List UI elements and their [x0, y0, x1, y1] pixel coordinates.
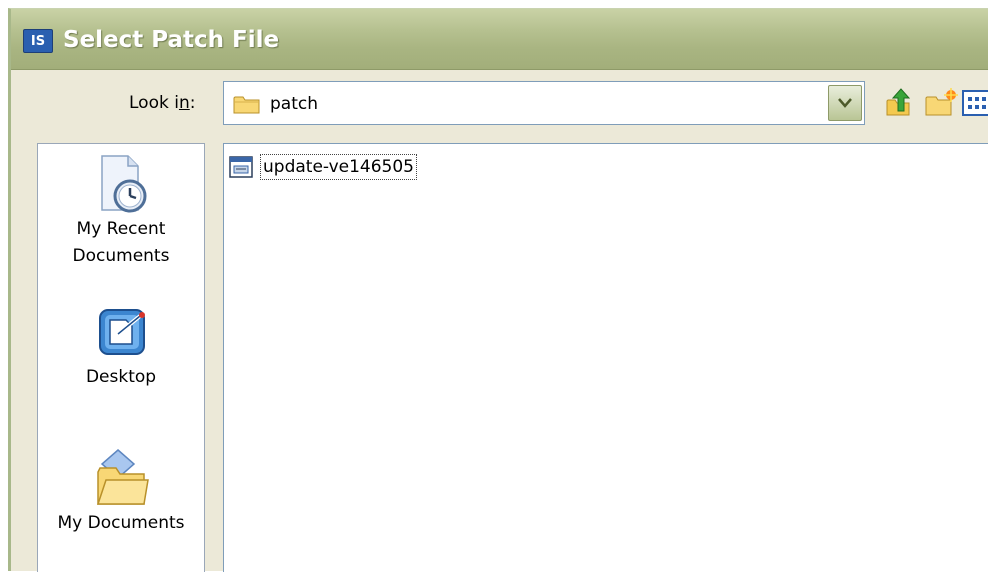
my-documents-icon [96, 449, 149, 505]
recent-documents-icon [101, 155, 147, 213]
place-label: Documents [72, 246, 170, 266]
dialog-title: Select Patch File [63, 27, 280, 53]
title-bar[interactable]: IS Select Patch File [11, 9, 988, 70]
file-list[interactable]: update-ve146505 [223, 143, 988, 572]
app-icon: IS [23, 29, 53, 53]
up-one-level-button[interactable] [881, 85, 917, 121]
select-patch-file-dialog: IS Select Patch File Look in: patch My R… [8, 8, 988, 572]
create-new-folder-button[interactable] [923, 85, 959, 121]
place-label: Desktop [85, 367, 157, 387]
patch-file-icon [229, 156, 253, 178]
look-in-dropdown-button[interactable] [828, 85, 862, 121]
places-bar: My Recent Documents Desktop My Documents [37, 143, 205, 572]
view-menu-button[interactable] [961, 85, 988, 121]
place-my-documents[interactable]: My Documents [38, 446, 204, 537]
look-in-value: patch [270, 94, 318, 114]
look-in-label: Look in: [129, 93, 196, 113]
view-menu-icon [962, 90, 988, 116]
place-desktop[interactable]: Desktop [38, 304, 204, 391]
new-folder-icon [925, 88, 958, 116]
place-my-recent-documents[interactable]: My Recent Documents [38, 152, 204, 270]
up-arrow-icon [886, 88, 911, 116]
file-item[interactable]: update-ve146505 [228, 152, 417, 182]
folder-icon [233, 96, 260, 114]
desktop-icon [99, 309, 145, 355]
place-label: My Documents [57, 513, 185, 533]
look-in-dropdown[interactable]: patch [223, 81, 865, 125]
file-name: update-ve146505 [260, 154, 417, 180]
place-label: My Recent [76, 219, 166, 239]
chevron-down-icon [838, 98, 852, 108]
